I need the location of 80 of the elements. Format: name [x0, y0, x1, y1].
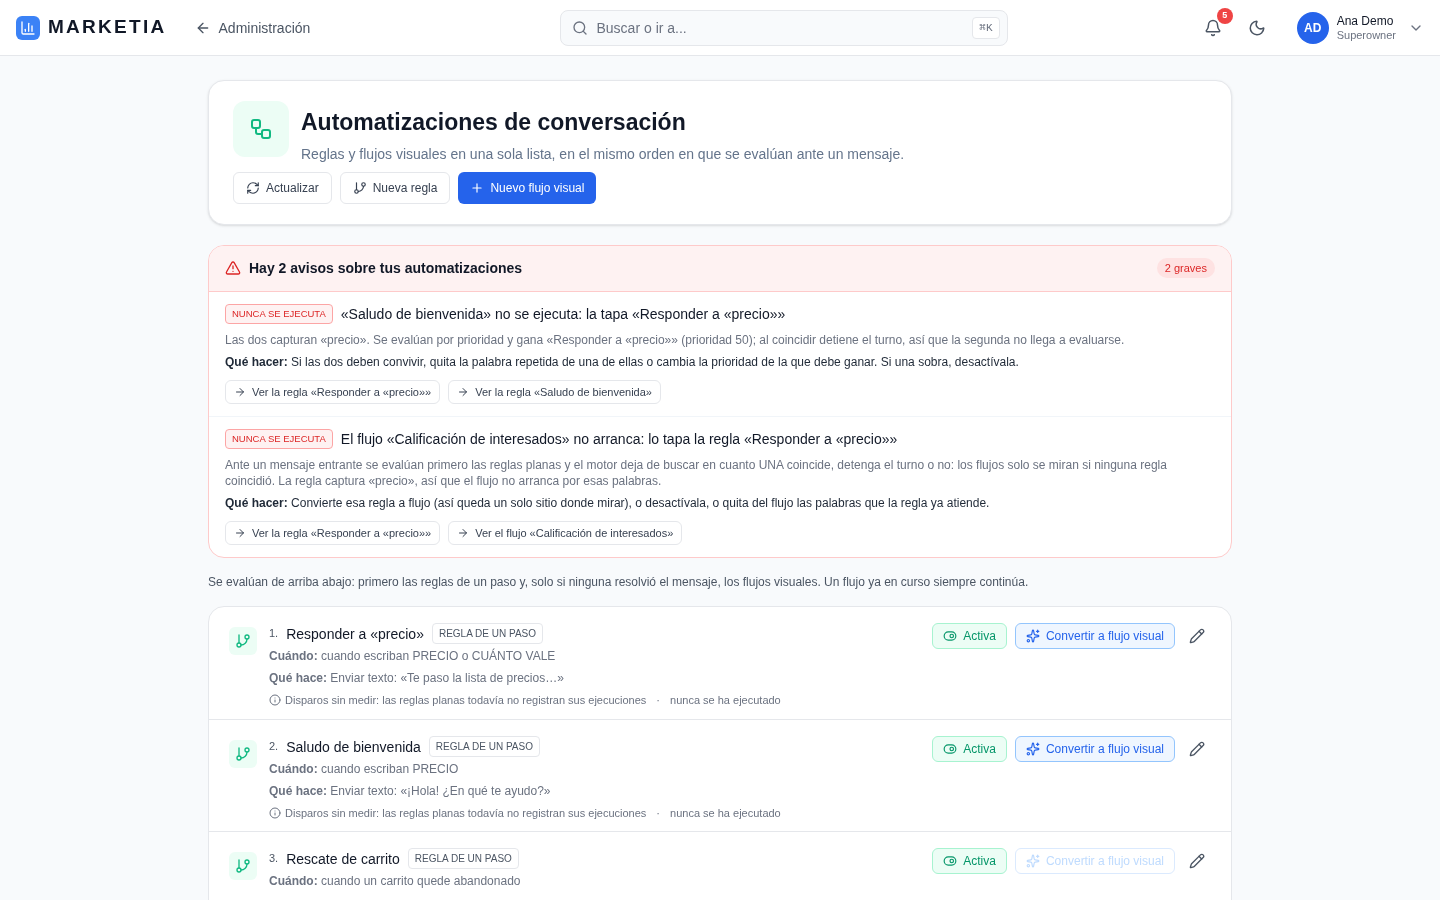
logo-icon — [16, 15, 40, 40]
back-link[interactable]: Administración — [194, 17, 311, 38]
warning-icon — [225, 260, 241, 276]
shortcut-key: ⌘K — [972, 16, 1000, 39]
alert-tag: NUNCA SE EJECUTA — [225, 303, 333, 324]
last-run: nunca se ha ejecutado — [670, 693, 781, 708]
toggle-on-icon — [943, 854, 958, 868]
branch-icon — [352, 180, 367, 195]
status-toggle[interactable]: Activa — [932, 848, 1007, 874]
severity-badge: 2 graves — [1156, 257, 1215, 279]
alert-title: El flujo «Calificación de interesados» no arranca: lo tapa la regla «Responder a «precio»» — [340, 429, 898, 449]
rule-action: Qué hace: Enviar texto: «Te paso la lista de precios…» — [269, 670, 565, 686]
separator-dot: · — [656, 693, 661, 708]
rule-number: 1. — [269, 626, 279, 642]
brand-name: MARKETIA — [48, 15, 167, 40]
rule-type-tag: REGLA DE UN PASO — [428, 736, 540, 757]
info-icon — [269, 807, 281, 820]
sparkles-icon — [1025, 854, 1040, 868]
user-menu[interactable]: AD Ana Demo Superowner — [1296, 11, 1424, 44]
user-role: Superowner — [1336, 28, 1396, 43]
pencil-icon — [1189, 628, 1205, 644]
user-name: Ana Demo — [1336, 12, 1395, 29]
last-run: nunca se ha ejecutado — [670, 806, 781, 821]
alert-description: Ante un mensaje entrante se evalúan primero las reglas planas y el motor deja de buscar en cuanto UNA coincide, detenga el turno o no: los flujos solo se miran si ninguna regla coincidió. La regla captura «precio», así que el flujo no arranca por esas palabras. — [225, 457, 1168, 489]
toggle-on-icon — [943, 742, 958, 756]
separator-dot: · — [656, 806, 661, 821]
branch-icon — [229, 627, 257, 655]
plus-icon — [470, 180, 485, 195]
alert-link-button[interactable]: Ver la regla «Saludo de bienvenida» — [448, 379, 661, 404]
arrow-right-icon — [457, 527, 470, 539]
arrow-right-icon — [234, 385, 246, 398]
action-button[interactable]: Actualizar — [233, 171, 332, 204]
workflow-icon — [233, 101, 289, 157]
rule-trigger: Cuándo: cuando escriban PRECIO — [269, 761, 460, 777]
status-toggle[interactable]: Activa — [932, 736, 1007, 762]
alert-link-button[interactable]: Ver el flujo «Calificación de interesados» — [448, 521, 683, 545]
bell-icon — [1203, 18, 1222, 37]
convert-button[interactable]: Convertir a flujo visual — [1014, 623, 1175, 649]
rule-name: Responder a «precio» — [286, 624, 424, 644]
rule-trigger: Cuándo: cuando escriban PRECIO o CUÁNTO VALE — [269, 648, 557, 664]
branch-icon — [229, 852, 257, 880]
status-toggle[interactable]: Activa — [932, 623, 1007, 649]
action-button[interactable]: Nueva regla — [339, 171, 451, 204]
user-avatar: AD — [1296, 11, 1329, 44]
info-icon — [269, 694, 281, 707]
rule-name: Rescate de carrito — [286, 849, 400, 869]
alerts-title: Hay 2 avisos sobre tus automatizaciones — [249, 259, 523, 278]
pencil-icon — [1189, 853, 1205, 869]
refresh-icon — [246, 180, 260, 195]
rule-type-tag: REGLA DE UN PASO — [431, 623, 544, 644]
page-subtitle: Reglas y flujos visuales en una sola lista, en el mismo orden en que se evalúan ante un mensaje. — [301, 144, 905, 164]
alert-advice: Qué hacer: Convierte esa regla a flujo (así queda un solo sitio donde mirar), o desactívala, o quita del flujo las palabras que la regla ya atiende. — [225, 495, 991, 511]
rule-note: Disparos sin medir: las reglas planas todavía no registran sus ejecuciones — [285, 806, 647, 821]
arrow-right-icon — [457, 385, 470, 398]
sparkles-icon — [1025, 742, 1040, 756]
alert-link-button[interactable]: Ver la regla «Responder a «precio»» — [225, 379, 441, 404]
arrow-right-icon — [234, 527, 246, 539]
rule-trigger: Cuándo: cuando un carrito quede abandonado — [269, 873, 522, 889]
alert-advice: Qué hacer: Si las dos deben convivir, quita la palabra repetida de una de ellas o cambia la prioridad de la que debe ganar. Si una sobra, desactívala. — [225, 353, 1020, 370]
alert-title: «Saludo de bienvenida» no se ejecuta: la tapa «Responder a «precio»» — [340, 304, 786, 324]
moon-icon — [1247, 18, 1266, 37]
order-note: Se evalúan de arriba abajo: primero las reglas de un paso y, solo si ninguna resolvió el mensaje, los flujos visuales. Un flujo ya en curso siempre continúa. — [208, 574, 1030, 590]
toggle-on-icon — [943, 629, 958, 643]
alert-tag: NUNCA SE EJECUTA — [225, 428, 333, 449]
rule-type-tag: REGLA DE UN PASO — [407, 848, 519, 869]
action-button[interactable]: Nuevo flujo visual — [458, 171, 597, 204]
sparkles-icon — [1025, 629, 1040, 643]
search-icon — [571, 19, 588, 36]
notification-count: 5 — [1216, 7, 1233, 24]
rule-name: Saludo de bienvenida — [286, 737, 421, 757]
rule-action: Qué hace: Enviar texto: «¡Hola! ¿En qué te ayudo?» — [269, 783, 552, 799]
convert-button[interactable]: Convertir a flujo visual — [1014, 736, 1175, 762]
branch-icon — [229, 740, 257, 768]
pencil-icon — [1189, 741, 1205, 757]
rule-number: 3. — [269, 851, 279, 867]
alert-link-button[interactable]: Ver la regla «Responder a «precio»» — [225, 521, 441, 545]
page-title: Automatizaciones de conversación — [301, 108, 687, 137]
rule-note: Disparos sin medir: las reglas planas todavía no registran sus ejecuciones — [285, 693, 647, 708]
rule-number: 2. — [269, 739, 279, 755]
alert-description: Las dos capturan «precio». Se evalúan por prioridad y gana «Responder a «precio»» (prioridad 50); al coincidir detiene el turno, así que la segunda no llega a evaluarse. — [225, 331, 1126, 348]
